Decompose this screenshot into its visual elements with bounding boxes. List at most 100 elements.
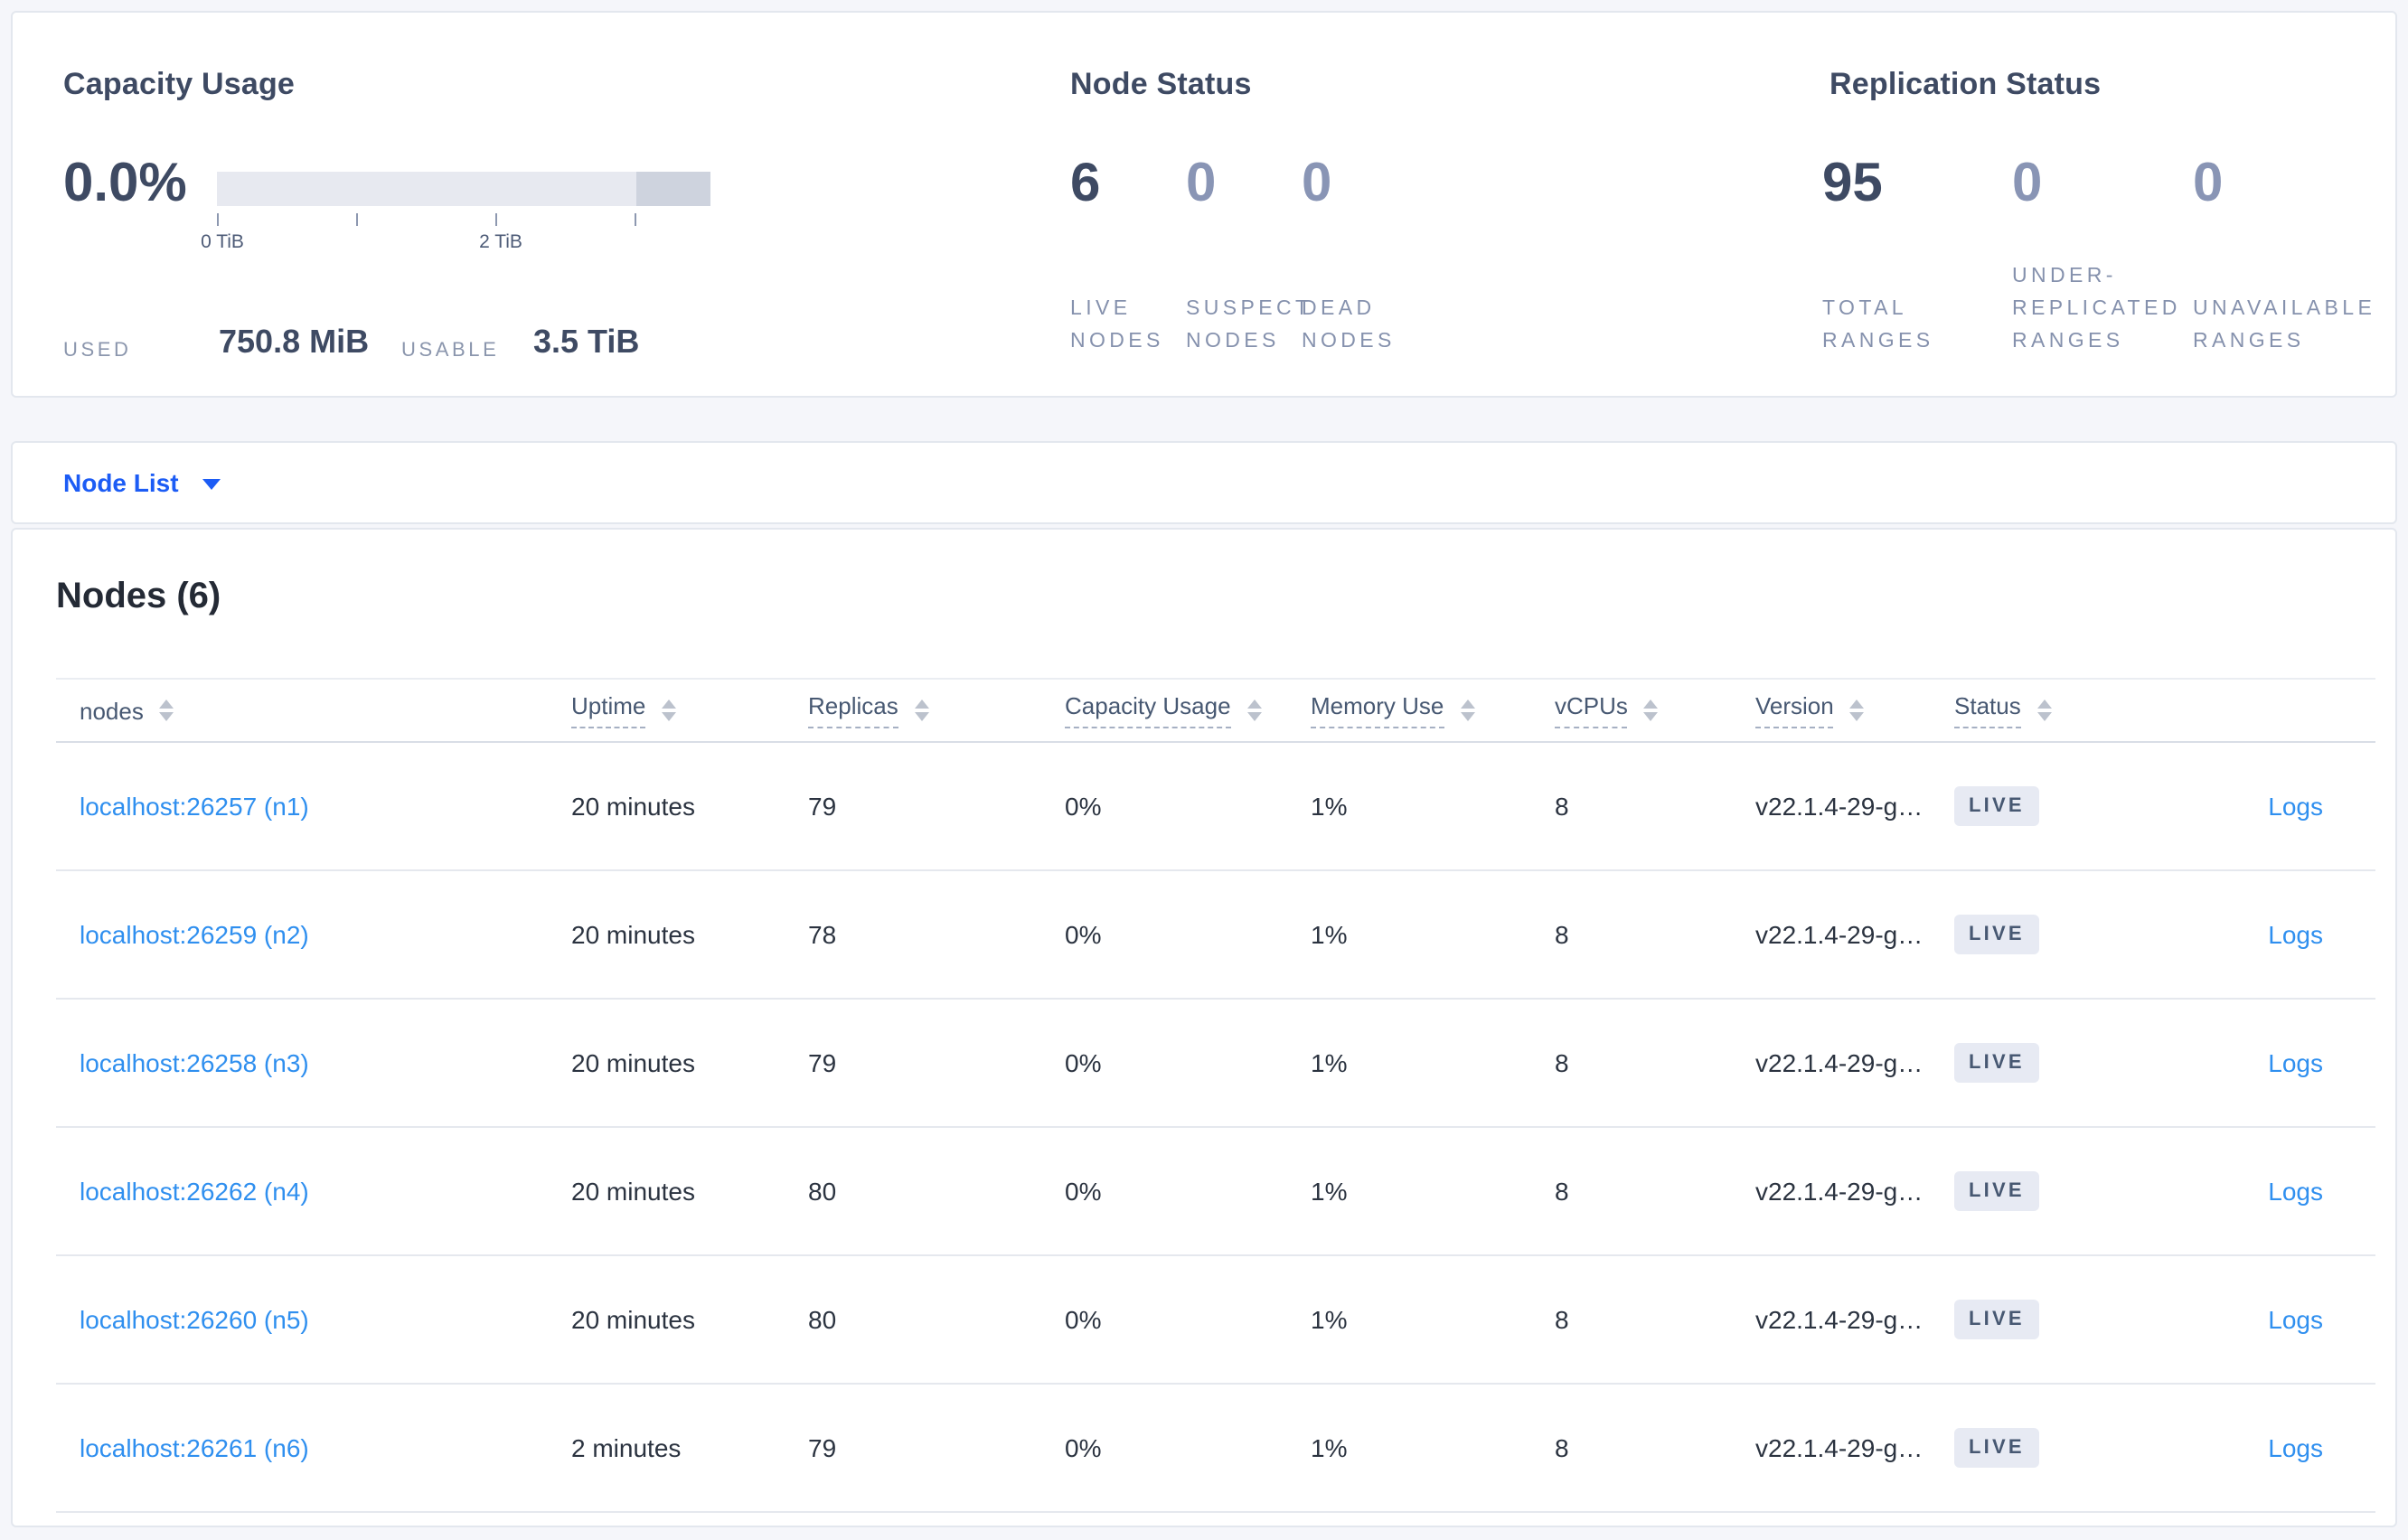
table-row: localhost:26260 (n5) 20 minutes 80 0% 1%… [56,1256,2375,1385]
suspect-nodes-label: SUSPECT NODES [1186,298,1312,352]
suspect-nodes-value: 0 [1186,154,1217,213]
capacity-usable-value: 3.5 TiB [533,324,640,360]
unavailable-ranges-value: 0 [2193,154,2224,213]
version-cell: v22.1.4-29-g… [1755,1433,1924,1462]
capacity-axis-tick [356,213,358,226]
cluster-summary-card: Capacity Usage 0.0% 0 TiB 2 TiB USED 750… [11,11,2397,398]
sort-icon [2036,700,2052,721]
uptime-cell: 20 minutes [571,1177,695,1206]
column-header-memory-use[interactable]: Memory Use [1311,692,1555,728]
table-row: localhost:26258 (n3) 20 minutes 79 0% 1%… [56,1000,2375,1128]
status-badge: LIVE [1954,1171,2039,1211]
column-header-version[interactable]: Version [1755,692,1954,728]
live-nodes-value: 6 [1070,154,1101,213]
replicas-cell: 80 [808,1177,837,1206]
status-badge: LIVE [1954,1428,2039,1468]
node-status-title: Node Status [1070,67,1252,101]
replicas-cell: 79 [808,1433,837,1462]
column-header-replicas[interactable]: Replicas [808,692,1065,728]
table-row: localhost:26257 (n1) 20 minutes 79 0% 1%… [56,743,2375,871]
table-header-row: nodes Uptime Replicas Capacity Usage Mem… [56,678,2375,743]
column-header-vcpus[interactable]: vCPUs [1555,692,1755,728]
column-header-uptime[interactable]: Uptime [571,692,808,728]
logs-link[interactable]: Logs [2268,920,2323,949]
capacity-used-percent: 0.0% [63,154,187,213]
nodes-table: nodes Uptime Replicas Capacity Usage Mem… [56,678,2375,1513]
status-badge: LIVE [1954,1300,2039,1339]
capacity-cell: 0% [1065,1305,1102,1334]
capacity-used-label: USED [63,340,132,362]
uptime-cell: 20 minutes [571,920,695,949]
node-list-dropdown-label: Node List [63,468,179,497]
capacity-axis-tick [635,213,636,226]
capacity-cell: 0% [1065,1433,1102,1462]
memory-cell: 1% [1311,792,1348,821]
replicas-cell: 78 [808,920,837,949]
logs-link[interactable]: Logs [2268,792,2323,821]
logs-link[interactable]: Logs [2268,1305,2323,1334]
capacity-cell: 0% [1065,920,1102,949]
node-link[interactable]: localhost:26258 (n3) [80,1048,309,1077]
chevron-down-icon [202,479,221,490]
version-cell: v22.1.4-29-g… [1755,792,1924,821]
logs-link[interactable]: Logs [2268,1048,2323,1077]
capacity-used-value: 750.8 MiB [219,324,370,360]
replicas-cell: 80 [808,1305,837,1334]
column-header-capacity-usage[interactable]: Capacity Usage [1065,692,1311,728]
node-link[interactable]: localhost:26259 (n2) [80,920,309,949]
under-replicated-ranges-label: UNDER- REPLICATED RANGES [2012,266,2181,352]
dead-nodes-label: DEAD NODES [1302,298,1396,352]
sort-icon [1460,700,1475,721]
node-list-dropdown[interactable]: Node List [63,468,221,497]
sort-icon [1643,700,1659,721]
dead-nodes-value: 0 [1302,154,1332,213]
replication-status-title: Replication Status [1830,67,2102,101]
memory-cell: 1% [1311,920,1348,949]
nodes-table-card: Nodes (6) nodes Uptime Replicas Capacity… [11,528,2397,1527]
node-link[interactable]: localhost:26257 (n1) [80,792,309,821]
column-header-nodes[interactable]: nodes [56,697,571,724]
column-header-status[interactable]: Status [1954,692,2153,728]
capacity-axis-tick-label: 2 TiB [479,231,522,253]
status-badge: LIVE [1954,1043,2039,1083]
sort-icon [159,700,174,721]
unavailable-ranges-label: UNAVAILABLE RANGES [2193,298,2376,352]
logs-link[interactable]: Logs [2268,1177,2323,1206]
replicas-cell: 79 [808,1048,837,1077]
table-row: localhost:26259 (n2) 20 minutes 78 0% 1%… [56,871,2375,1000]
total-ranges-value: 95 [1822,154,1883,213]
uptime-cell: 20 minutes [571,792,695,821]
replicas-cell: 79 [808,792,837,821]
under-replicated-ranges-value: 0 [2012,154,2043,213]
capacity-usage-title: Capacity Usage [63,67,296,101]
total-ranges-label: TOTAL RANGES [1822,298,1934,352]
memory-cell: 1% [1311,1433,1348,1462]
capacity-usable-label: USABLE [401,340,500,362]
sort-icon [1246,700,1262,721]
view-selector-bar: Node List [11,441,2397,524]
node-link[interactable]: localhost:26260 (n5) [80,1305,309,1334]
memory-cell: 1% [1311,1177,1348,1206]
capacity-bar-other-segment [636,172,710,206]
vcpus-cell: 8 [1555,1177,1569,1206]
vcpus-cell: 8 [1555,920,1569,949]
vcpus-cell: 8 [1555,792,1569,821]
logs-link[interactable]: Logs [2268,1433,2323,1462]
cluster-overview-page: Capacity Usage 0.0% 0 TiB 2 TiB USED 750… [0,0,2408,1540]
uptime-cell: 20 minutes [571,1305,695,1334]
capacity-axis-tick-label: 0 TiB [201,231,244,253]
vcpus-cell: 8 [1555,1305,1569,1334]
table-row: localhost:26261 (n6) 2 minutes 79 0% 1% … [56,1385,2375,1513]
uptime-cell: 2 minutes [571,1433,682,1462]
capacity-axis-tick [495,213,497,226]
capacity-cell: 0% [1065,1177,1102,1206]
node-link[interactable]: localhost:26261 (n6) [80,1433,309,1462]
capacity-usage-bar [217,172,710,206]
version-cell: v22.1.4-29-g… [1755,920,1924,949]
live-nodes-label: LIVE NODES [1070,298,1164,352]
vcpus-cell: 8 [1555,1433,1569,1462]
table-row: localhost:26262 (n4) 20 minutes 80 0% 1%… [56,1128,2375,1256]
version-cell: v22.1.4-29-g… [1755,1048,1924,1077]
vcpus-cell: 8 [1555,1048,1569,1077]
node-link[interactable]: localhost:26262 (n4) [80,1177,309,1206]
